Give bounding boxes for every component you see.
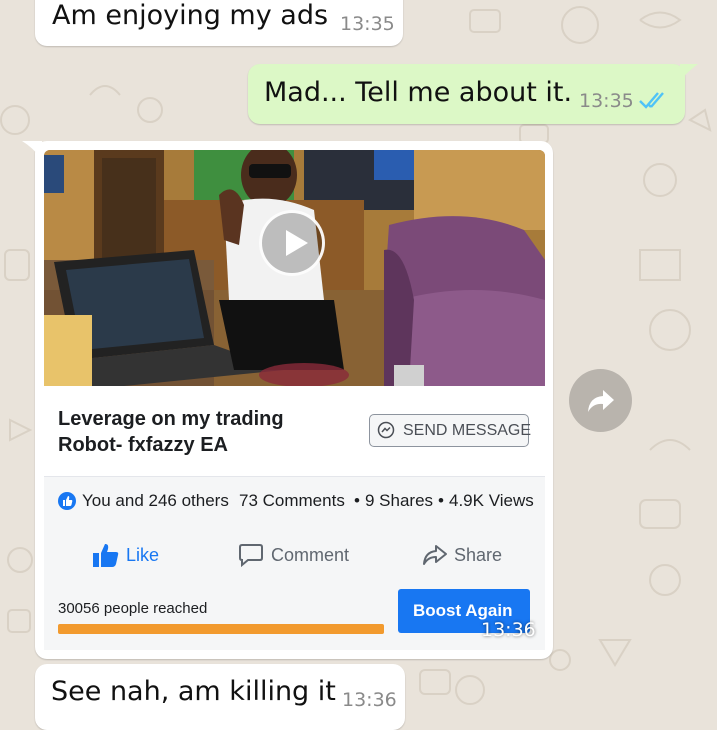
stats-separator: • (354, 491, 360, 510)
like-reaction-icon (58, 492, 76, 510)
bubble-tail (680, 64, 698, 80)
views-count: 4.9K Views (449, 491, 534, 510)
shares-count[interactable]: 9 Shares (365, 491, 433, 511)
share-action-button[interactable]: Share (422, 538, 512, 572)
media-message-timestamp: 13:36 (481, 619, 536, 641)
reach-progress-track (58, 624, 384, 634)
message-text: Mad... Tell me about it. (264, 77, 573, 108)
post-title-line2: Robot- fxfazzy EA (58, 434, 228, 456)
send-message-button[interactable]: SEND MESSAGE (369, 414, 532, 447)
reach-progress-fill (58, 624, 384, 634)
double-check-icon (639, 92, 664, 109)
share-label: Share (454, 545, 503, 565)
comment-action-button[interactable]: Comment (238, 538, 358, 572)
comment-label: Comment (271, 545, 350, 565)
reactions-count[interactable]: You and 246 others (82, 491, 229, 511)
comments-count[interactable]: 73 Comments (239, 491, 345, 511)
messenger-icon (377, 421, 395, 439)
share-icon (423, 545, 447, 565)
boost-again-label: Boost Again (413, 601, 513, 620)
people-reached-text: 30056 people reached (58, 600, 208, 617)
comment-icon (239, 544, 263, 567)
message-timestamp: 13:35 (340, 13, 395, 35)
play-video-button[interactable] (259, 210, 325, 276)
forward-arrow-icon (588, 390, 614, 412)
thumbs-up-icon (93, 543, 119, 567)
stats-separator: • (438, 491, 444, 510)
message-text: Am enjoying my ads (52, 0, 329, 31)
bubble-tail (22, 141, 42, 159)
like-label: Like (126, 545, 160, 565)
message-text: See nah, am killing it (51, 676, 336, 707)
send-message-label: SEND MESSAGE (403, 422, 532, 439)
message-timestamp: 13:36 (342, 689, 397, 711)
like-action-button[interactable]: Like (92, 538, 182, 572)
post-title-line1: Leverage on my trading (58, 408, 284, 430)
message-timestamp: 13:35 (579, 90, 634, 112)
forward-button[interactable] (569, 369, 632, 432)
